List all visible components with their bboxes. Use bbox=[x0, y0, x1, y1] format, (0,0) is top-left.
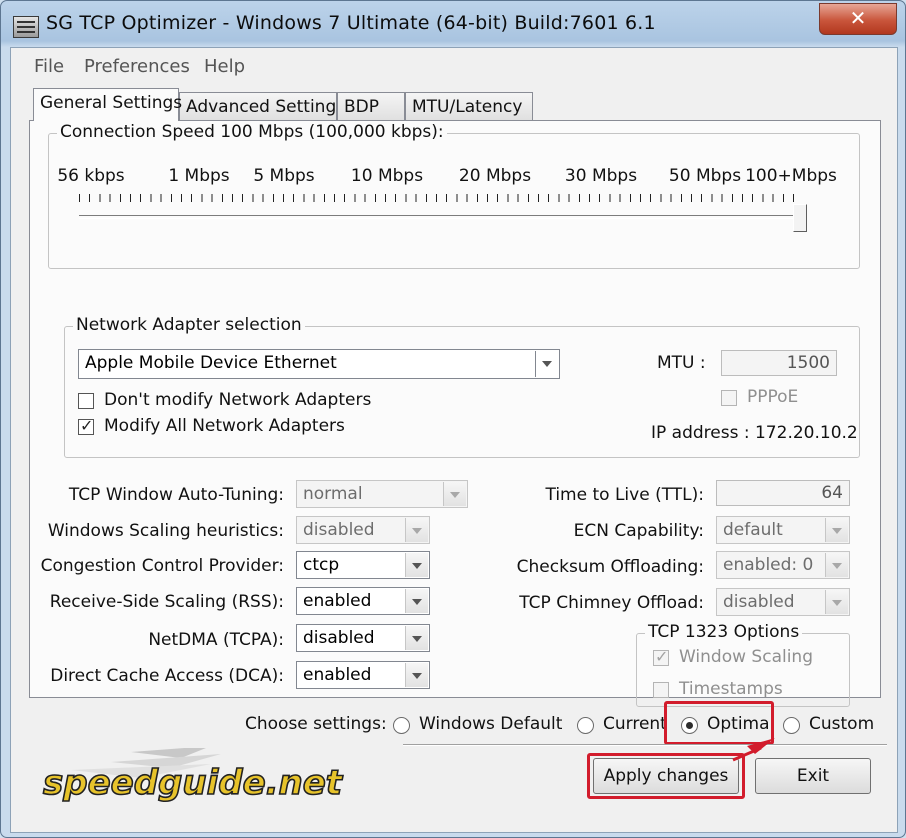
chimney-select[interactable]: disabled bbox=[716, 588, 850, 616]
radio-custom[interactable] bbox=[783, 717, 800, 734]
tab-mtu-latency[interactable]: MTU/Latency bbox=[405, 92, 533, 120]
radio-current[interactable] bbox=[577, 717, 594, 734]
select-value: enabled bbox=[303, 665, 372, 685]
setting-label: NetDMA (TCPA): bbox=[148, 630, 284, 650]
modify-all-checkbox[interactable] bbox=[78, 416, 94, 435]
client-area: File Preferences Help General Settings A… bbox=[10, 47, 898, 833]
chevron-down-icon bbox=[443, 482, 466, 506]
network-adapter-title: Network Adapter selection bbox=[73, 315, 305, 335]
chevron-down-icon bbox=[825, 590, 848, 614]
app-icon[interactable] bbox=[13, 16, 39, 38]
network-adapter-group: Network Adapter selection Apple Mobile D… bbox=[64, 315, 860, 458]
tick-label: 10 Mbps bbox=[350, 166, 424, 186]
checksum-label: Checksum Offloading: bbox=[516, 557, 704, 577]
general-settings-panel: Connection Speed 100 Mbps (100,000 kbps)… bbox=[29, 120, 881, 707]
setting-label: Direct Cache Access (DCA): bbox=[50, 666, 284, 686]
adapter-select-value: Apple Mobile Device Ethernet bbox=[85, 353, 337, 373]
speedguide-logo: speedguide.net bbox=[42, 748, 345, 804]
select-value: enabled bbox=[303, 591, 372, 611]
select-value: ctcp bbox=[303, 555, 340, 575]
exit-button[interactable]: Exit bbox=[755, 758, 871, 794]
tcp-window-autotuning-select[interactable]: normal bbox=[296, 480, 468, 508]
close-icon: ✕ bbox=[849, 6, 867, 30]
tick-label: 5 Mbps bbox=[253, 166, 315, 186]
connection-speed-title: Connection Speed 100 Mbps (100,000 kbps)… bbox=[57, 122, 447, 142]
chimney-label: TCP Chimney Offload: bbox=[519, 593, 704, 613]
mtu-field[interactable]: 1500 bbox=[721, 350, 837, 376]
pppoe-checkbox[interactable] bbox=[721, 390, 737, 406]
tcp1323-title: TCP 1323 Options bbox=[645, 622, 803, 642]
mtu-label: MTU : bbox=[657, 353, 706, 373]
checksum-select[interactable]: enabled: 0 bbox=[716, 551, 850, 579]
tick-label: 56 kbps bbox=[57, 166, 125, 186]
setting-label: Receive-Side Scaling (RSS): bbox=[49, 592, 284, 612]
radio-current-label: Current bbox=[603, 714, 667, 734]
menu-file[interactable]: File bbox=[34, 56, 64, 77]
select-value: disabled bbox=[303, 628, 375, 648]
timestamps-label: Timestamps bbox=[679, 679, 783, 699]
radio-windows-default-label: Windows Default bbox=[419, 714, 563, 734]
tick-label: 20 Mbps bbox=[458, 166, 532, 186]
window-scaling-label: Window Scaling bbox=[679, 647, 813, 667]
tick-label: 100+Mbps bbox=[745, 166, 837, 186]
menu-preferences[interactable]: Preferences bbox=[84, 56, 190, 77]
select-value: disabled bbox=[303, 520, 375, 540]
select-value: enabled: 0 bbox=[723, 555, 814, 575]
chevron-down-icon bbox=[405, 518, 428, 542]
app-window: SG TCP Optimizer - Windows 7 Ultimate (6… bbox=[0, 0, 906, 838]
chevron-down-icon bbox=[825, 518, 848, 542]
timestamps-checkbox[interactable] bbox=[653, 682, 669, 698]
rss-select[interactable]: enabled bbox=[296, 587, 430, 615]
dont-modify-checkbox[interactable] bbox=[78, 393, 94, 409]
dca-select[interactable]: enabled bbox=[296, 661, 430, 689]
setting-label: TCP Window Auto-Tuning: bbox=[68, 485, 284, 505]
choose-settings-label: Choose settings: bbox=[245, 714, 387, 734]
setting-label: Windows Scaling heuristics: bbox=[47, 521, 284, 541]
modify-all-label: Modify All Network Adapters bbox=[104, 416, 345, 436]
ttl-label: Time to Live (TTL): bbox=[545, 485, 704, 505]
ecn-label: ECN Capability: bbox=[573, 521, 704, 541]
apply-highlight bbox=[587, 753, 745, 799]
adapter-select[interactable]: Apple Mobile Device Ethernet bbox=[78, 349, 560, 379]
dont-modify-label: Don't modify Network Adapters bbox=[104, 390, 372, 410]
slider-ticks bbox=[79, 194, 795, 202]
connection-speed-group: Connection Speed 100 Mbps (100,000 kbps)… bbox=[48, 122, 860, 269]
menu-bar: File Preferences Help bbox=[11, 48, 895, 86]
close-button[interactable]: ✕ bbox=[819, 3, 897, 35]
setting-label: Congestion Control Provider: bbox=[40, 556, 284, 576]
windows-scaling-heuristics-select[interactable]: disabled bbox=[296, 516, 430, 544]
chevron-down-icon bbox=[405, 663, 428, 687]
ttl-field[interactable]: 64 bbox=[716, 480, 850, 506]
ip-address-label: IP address : 172.20.10.2 bbox=[651, 423, 858, 443]
speed-slider-track[interactable] bbox=[79, 215, 801, 219]
window-scaling-checkbox[interactable] bbox=[653, 647, 669, 666]
ecn-select[interactable]: default bbox=[716, 516, 850, 544]
window-title: SG TCP Optimizer - Windows 7 Ultimate (6… bbox=[46, 12, 656, 34]
chevron-down-icon[interactable] bbox=[535, 351, 558, 377]
radio-windows-default[interactable] bbox=[393, 717, 410, 734]
netdma-select[interactable]: disabled bbox=[296, 624, 430, 652]
pppoe-label: PPPoE bbox=[747, 387, 799, 407]
chevron-down-icon bbox=[825, 553, 848, 577]
select-value: disabled bbox=[723, 592, 795, 612]
tick-label: 30 Mbps bbox=[564, 166, 638, 186]
tab-advanced-settings[interactable]: Advanced Settings bbox=[179, 92, 345, 120]
tcp1323-group: TCP 1323 Options Window Scaling Timestam… bbox=[636, 622, 850, 707]
speed-slider-thumb[interactable] bbox=[793, 204, 807, 232]
chevron-down-icon bbox=[405, 589, 428, 613]
tick-label: 50 Mbps bbox=[668, 166, 742, 186]
tick-label: 1 Mbps bbox=[168, 166, 230, 186]
tab-general-settings[interactable]: General Settings bbox=[33, 88, 182, 121]
select-value: default bbox=[723, 520, 783, 540]
tab-bdp[interactable]: BDP bbox=[337, 92, 405, 120]
select-value: normal bbox=[303, 484, 363, 504]
logo-text: speedguide.net bbox=[43, 763, 344, 803]
congestion-control-select[interactable]: ctcp bbox=[296, 551, 430, 579]
chevron-down-icon bbox=[405, 553, 428, 577]
menu-help[interactable]: Help bbox=[204, 56, 245, 77]
title-bar[interactable]: SG TCP Optimizer - Windows 7 Ultimate (6… bbox=[1, 1, 905, 47]
bottom-separator bbox=[403, 744, 887, 746]
chevron-down-icon bbox=[405, 626, 428, 650]
radio-custom-label: Custom bbox=[809, 714, 875, 734]
